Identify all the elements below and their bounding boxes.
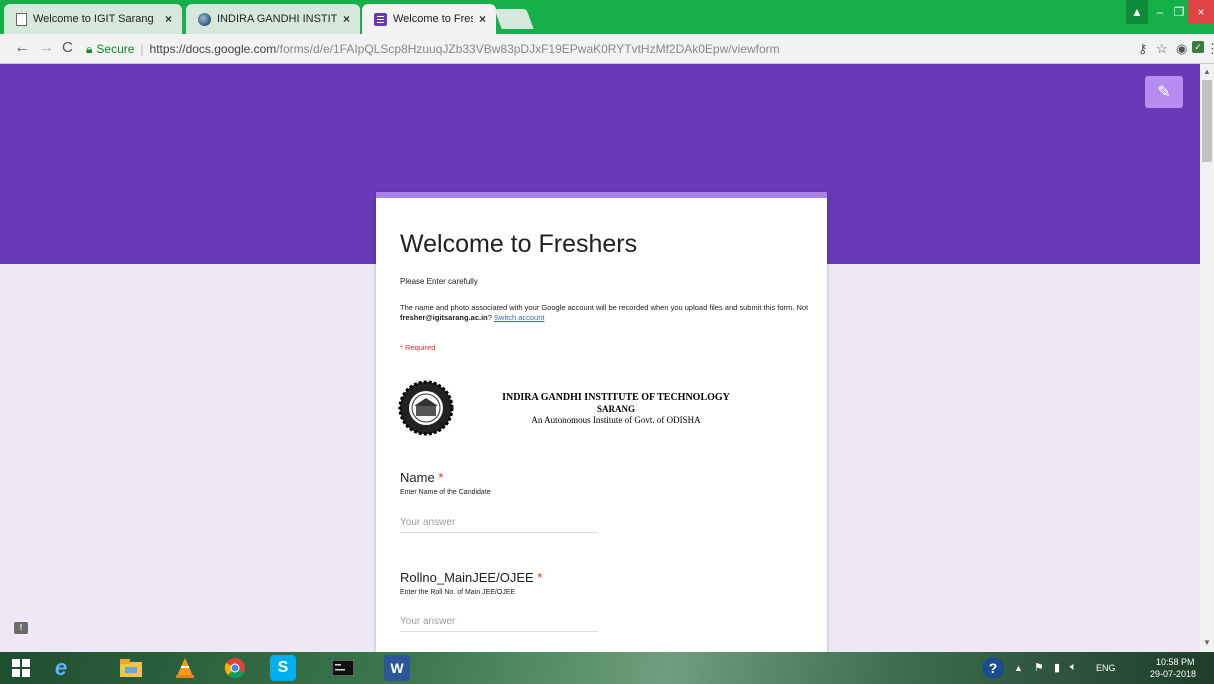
tab-close-icon[interactable]: × xyxy=(165,12,172,26)
tray-expand-icon[interactable]: ▲ xyxy=(1014,663,1023,673)
feedback-icon[interactable]: ! xyxy=(14,622,28,634)
tab-title: Welcome to IGIT Sarang xyxy=(33,13,154,25)
browser-tab-strip: Welcome to IGIT Sarang × INDIRA GANDHI I… xyxy=(0,0,1214,34)
account-email: fresher@igitsarang.ac.in xyxy=(400,313,488,322)
restore-button[interactable]: ❐ xyxy=(1170,0,1188,24)
forward-arrow-icon[interactable]: → xyxy=(38,39,54,57)
question-rollno-help: Enter the Roll No. of Main JEE/OJEE xyxy=(400,589,516,596)
institute-subtitle: An Autonomous Institute of Govt. of ODIS… xyxy=(531,415,701,425)
command-prompt-icon[interactable] xyxy=(330,655,356,681)
new-tab-button[interactable] xyxy=(494,9,534,29)
question-rollno-label: Rollno_MainJEE/OJEE * xyxy=(400,570,542,585)
forms-icon xyxy=(374,12,387,26)
account-notice: The name and photo associated with your … xyxy=(400,303,810,323)
tab-close-icon[interactable]: × xyxy=(343,12,350,26)
clock-date[interactable]: 29-07-2018 xyxy=(1150,669,1196,679)
language-indicator[interactable]: ENG xyxy=(1096,663,1116,673)
institute-banner: INDIRA GANDHI INSTITUTE OF TECHNOLOGY SA… xyxy=(398,380,808,442)
pencil-icon: ✎ xyxy=(1157,84,1171,101)
edit-pencil-button[interactable]: ✎ xyxy=(1145,76,1183,108)
url-host: https://docs.google.com xyxy=(149,42,277,56)
user-icon[interactable]: ▲ xyxy=(1126,0,1148,24)
extension-icon[interactable]: ◉ xyxy=(1176,41,1187,57)
reload-icon[interactable]: C xyxy=(62,39,73,56)
required-star: * xyxy=(438,470,444,485)
form-card: Welcome to Freshers Please Enter careful… xyxy=(376,192,827,652)
question-label-text: Name xyxy=(400,470,435,485)
chrome-icon[interactable] xyxy=(222,655,248,681)
tab-close-icon[interactable]: × xyxy=(479,12,486,26)
form-description: Please Enter carefully xyxy=(400,277,478,286)
tab-welcome-freshers[interactable]: Welcome to Freshers × xyxy=(362,4,496,34)
address-separator: | xyxy=(140,42,144,56)
secure-label: Secure xyxy=(96,42,135,56)
document-icon xyxy=(16,12,27,26)
question-label-text: Rollno_MainJEE/OJEE xyxy=(400,570,534,585)
extension-check-icon[interactable]: ✓ xyxy=(1192,41,1204,53)
tab-indira-gandhi[interactable]: INDIRA GANDHI INSTITU × xyxy=(186,4,360,34)
scroll-thumb[interactable] xyxy=(1202,80,1212,162)
required-star: * xyxy=(537,570,543,585)
clock-time[interactable]: 10:58 PM xyxy=(1156,657,1195,667)
tab-igit-sarang[interactable]: Welcome to IGIT Sarang × xyxy=(4,4,182,34)
address-bar[interactable]: 🔒︎ Secure | https://docs.google.com/form… xyxy=(86,38,1136,60)
skype-icon[interactable]: S xyxy=(270,655,296,681)
tab-title: INDIRA GANDHI INSTITU xyxy=(217,13,337,25)
key-icon[interactable]: ⚷ xyxy=(1138,41,1148,57)
account-notice-text: The name and photo associated with your … xyxy=(400,303,809,312)
switch-account-link[interactable]: Switch account xyxy=(494,313,544,322)
rollno-input[interactable]: Your answer xyxy=(400,614,598,632)
institute-city: SARANG xyxy=(596,404,635,414)
browser-toolbar: ← → C 🔒︎ Secure | https://docs.google.co… xyxy=(0,34,1214,64)
scroll-down-icon[interactable]: ▼ xyxy=(1203,638,1211,647)
institute-seal-icon xyxy=(398,380,454,436)
windows-start-icon[interactable] xyxy=(8,655,34,681)
lock-icon: 🔒︎ xyxy=(86,41,93,56)
page-scrollbar[interactable]: ▲ ▼ xyxy=(1200,64,1214,652)
windows-taskbar: e S W ? ▲ ⚑ ▮ 🔈︎ ENG 10:58 PM 29-07-2018 xyxy=(0,652,1214,684)
question-name-help: Enter Name of the Candidate xyxy=(400,489,491,496)
scroll-up-icon[interactable]: ▲ xyxy=(1203,67,1211,76)
flag-icon[interactable]: ⚑ xyxy=(1034,661,1044,674)
institute-name: INDIRA GANDHI INSTITUTE OF TECHNOLOGY xyxy=(502,392,730,403)
menu-dots-icon[interactable]: ⋮ xyxy=(1206,41,1214,57)
word-icon[interactable]: W xyxy=(384,655,410,681)
volume-icon[interactable]: 🔈︎ xyxy=(1070,661,1077,674)
name-input[interactable]: Your answer xyxy=(400,515,598,533)
help-icon[interactable]: ? xyxy=(982,657,1004,679)
vlc-icon[interactable] xyxy=(172,655,198,681)
battery-icon[interactable]: ▮ xyxy=(1054,661,1060,674)
globe-icon xyxy=(198,12,211,26)
close-window-button[interactable]: × xyxy=(1188,0,1214,24)
url-path: /forms/d/e/1FAIpQLScp8HzuuqJZb33VBw83pDJ… xyxy=(276,42,780,56)
internet-explorer-icon[interactable]: e xyxy=(48,655,74,681)
form-title: Welcome to Freshers xyxy=(400,230,638,258)
tab-title: Welcome to Freshers xyxy=(393,13,473,25)
file-explorer-icon[interactable] xyxy=(118,655,144,681)
back-arrow-icon[interactable]: ← xyxy=(14,39,30,57)
minimize-button[interactable]: – xyxy=(1150,0,1170,24)
star-icon[interactable]: ☆ xyxy=(1156,41,1168,57)
question-name-label: Name * xyxy=(400,470,443,485)
required-note: * Required xyxy=(400,343,436,352)
